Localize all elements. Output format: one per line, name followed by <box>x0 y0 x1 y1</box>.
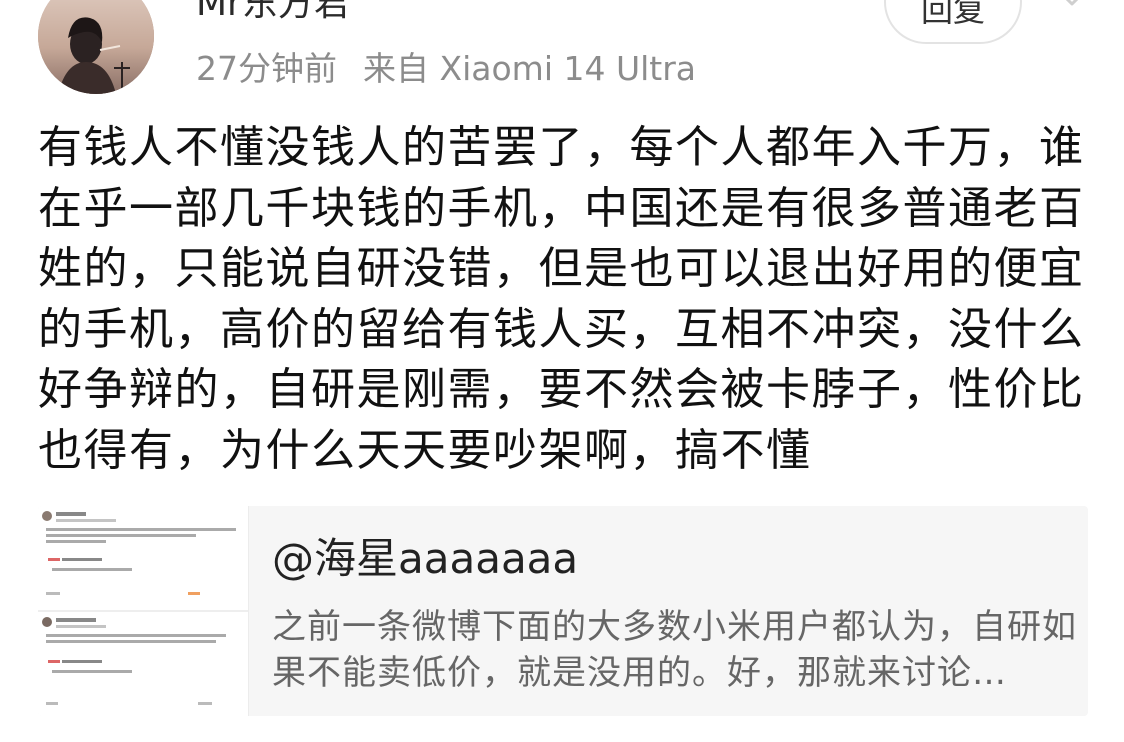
quoted-post-excerpt: 之前一条微博下面的大多数小米用户都认为，自研如果不能卖低价，就是没用的。好，那就… <box>272 607 1077 693</box>
quoted-post-author[interactable]: @海星aaaaaaa <box>272 534 578 584</box>
quoted-post-card[interactable]: @海星aaaaaaa 之前一条微博下面的大多数小米用户都认为，自研如果不能卖低价… <box>38 506 1088 716</box>
avatar[interactable] <box>38 0 154 94</box>
reply-button-label: 回复 <box>920 0 985 29</box>
comment-page: Mr东方君 27分钟前 来自 Xiaomi 14 Ultra 回复 有钱人不懂没钱… <box>0 0 1124 742</box>
post-body: 有钱人不懂没钱人的苦罢了，每个人都年入千万，谁在乎一部几千块钱的手机，中国还是有… <box>38 122 1085 476</box>
username[interactable]: Mr东方君 <box>196 0 350 26</box>
thumbnail-image <box>38 506 248 716</box>
avatar-image <box>38 0 154 94</box>
post-screenshot-thumbnail[interactable] <box>38 506 249 716</box>
post-time: 27分钟前 <box>196 49 337 88</box>
reply-button[interactable]: 回复 <box>884 0 1022 44</box>
post-meta: 27分钟前 来自 Xiaomi 14 Ultra <box>196 48 696 90</box>
chevron-down-icon[interactable] <box>1054 0 1090 12</box>
post-source: 来自 Xiaomi 14 Ultra <box>363 49 697 88</box>
